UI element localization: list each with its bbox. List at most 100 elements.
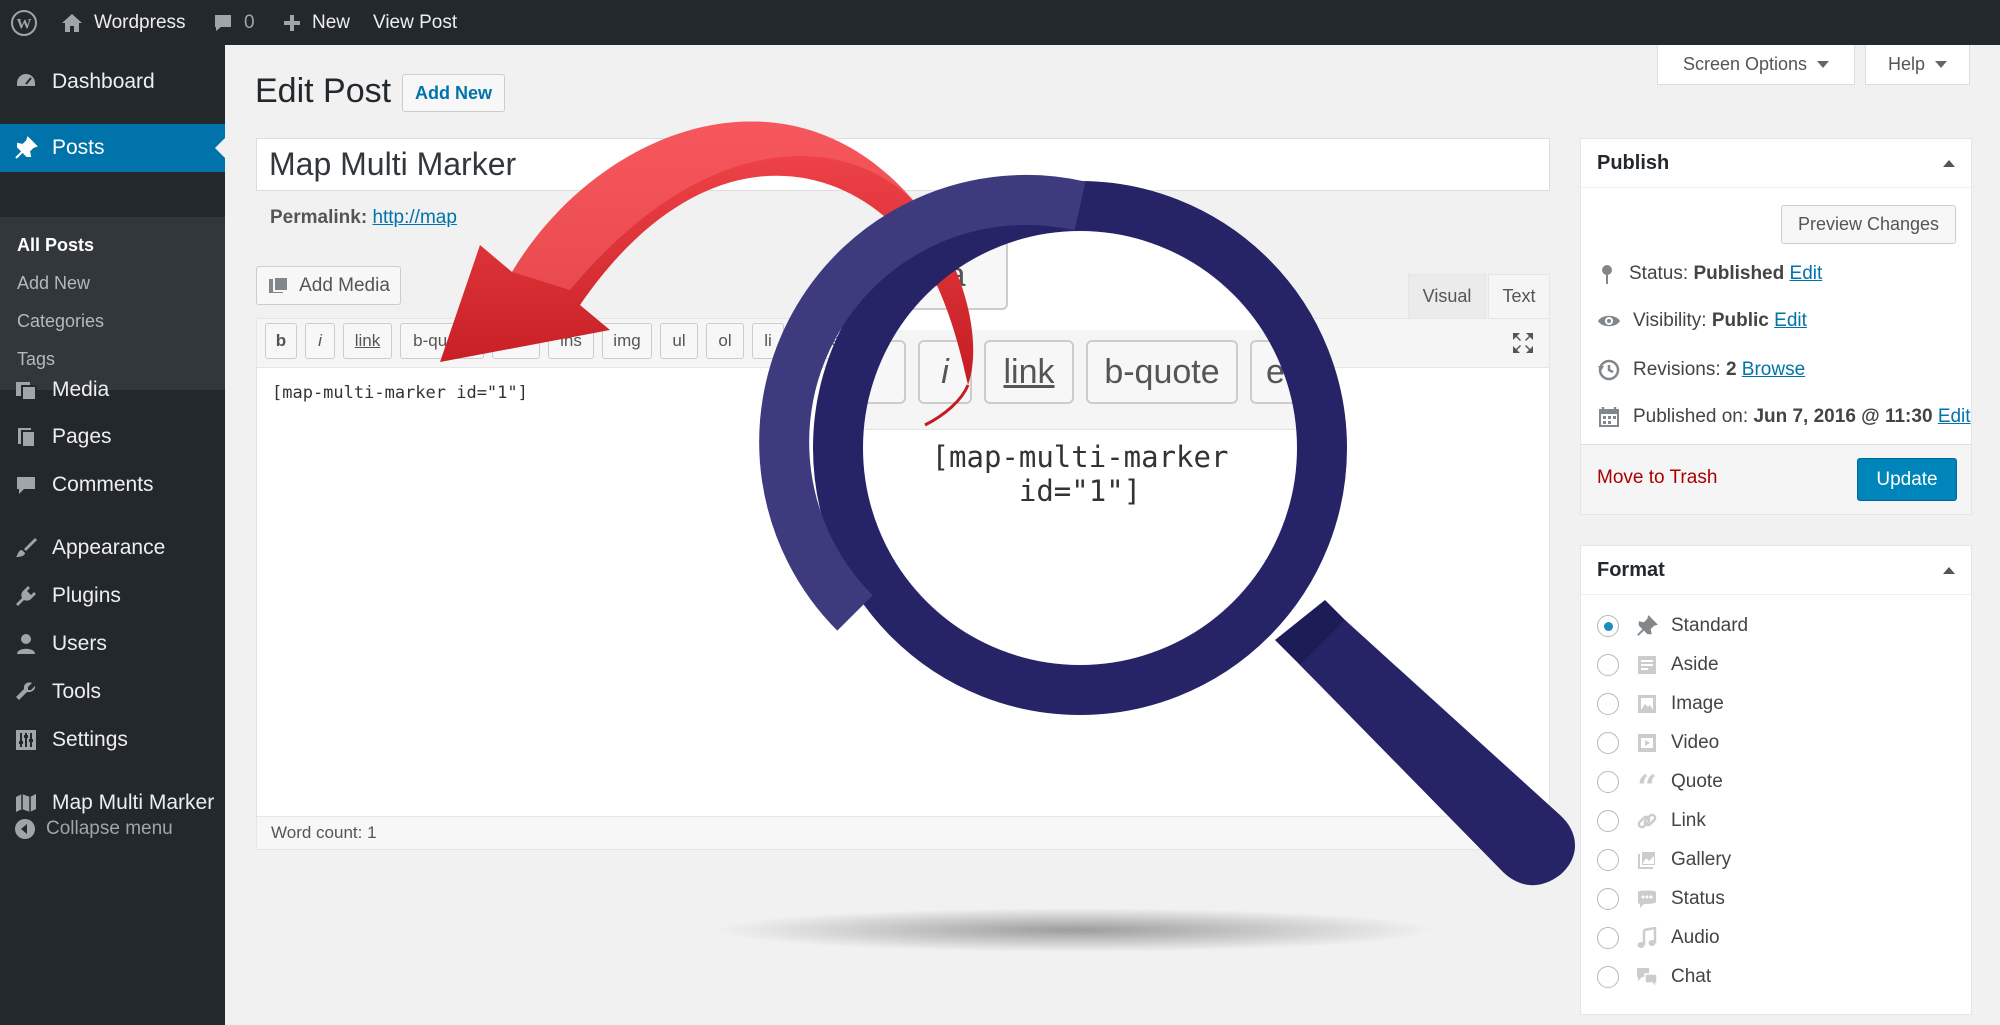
quicktag-del-button[interactable]: del <box>492 323 540 359</box>
published-on-row: Published on: Jun 7, 2016 @ 11:30 Edit <box>1597 405 1971 429</box>
quicktag-ins-button[interactable]: ins <box>548 323 594 359</box>
format-radio[interactable] <box>1597 888 1619 910</box>
permalink: Permalink: http://map <box>270 207 457 229</box>
sidebar-item-media[interactable]: Media <box>0 366 225 414</box>
format-option-standard[interactable]: Standard <box>1597 614 1748 638</box>
preview-changes-button[interactable]: Preview Changes <box>1781 205 1956 244</box>
sidebar-item-label: Plugins <box>52 584 121 607</box>
screen-options-tab[interactable]: Screen Options <box>1657 45 1855 85</box>
submenu-all-posts[interactable]: All Posts <box>17 235 94 256</box>
format-radio[interactable] <box>1597 849 1619 871</box>
format-radio[interactable] <box>1597 693 1619 715</box>
format-option-audio[interactable]: Audio <box>1597 926 1720 950</box>
sidebar-item-dashboard[interactable]: Dashboard <box>0 58 225 106</box>
quote-icon: “ <box>1637 768 1657 808</box>
visibility-edit-link[interactable]: Edit <box>1774 310 1807 331</box>
format-option-gallery[interactable]: Gallery <box>1597 848 1731 872</box>
add-media-label: Add Media <box>299 274 390 296</box>
sidebar-item-label: Media <box>52 378 110 401</box>
comments-count: 0 <box>244 11 255 33</box>
move-to-trash-link[interactable]: Move to Trash <box>1597 467 1717 489</box>
status-row: Status: Published Edit <box>1597 263 1822 285</box>
sidebar-item-users[interactable]: Users <box>0 620 225 668</box>
sidebar-item-tools[interactable]: Tools <box>0 668 225 716</box>
pin-icon <box>1602 265 1612 284</box>
format-option-status[interactable]: Status <box>1597 887 1725 911</box>
submenu-add-new[interactable]: Add New <box>17 273 90 294</box>
link-icon <box>1633 809 1661 833</box>
dashboard-icon <box>14 70 38 94</box>
sidebar-item-pages[interactable]: Pages <box>0 413 225 461</box>
post-title-input[interactable]: Map Multi Marker <box>256 138 1550 191</box>
fullscreen-icon[interactable] <box>1510 330 1536 361</box>
revisions-label: Revisions: <box>1633 359 1721 380</box>
published-value: Jun 7, 2016 @ 11:30 <box>1753 406 1933 427</box>
tab-text[interactable]: Text <box>1488 274 1550 318</box>
settings-icon <box>14 728 38 752</box>
chat-icon <box>1633 965 1661 989</box>
quicktag-li-button[interactable]: li <box>752 323 784 359</box>
site-name-link[interactable]: Wordpress <box>60 0 186 45</box>
format-label: Aside <box>1671 654 1719 675</box>
add-media-button[interactable]: Add Media <box>256 266 401 305</box>
publish-box-title: Publish <box>1597 151 1670 174</box>
add-new-button[interactable]: Add New <box>402 74 505 112</box>
revisions-browse-link[interactable]: Browse <box>1742 359 1805 380</box>
site-name: Wordpress <box>94 11 186 33</box>
quicktag-link-button[interactable]: link <box>343 323 392 359</box>
sidebar-item-label: Posts <box>52 136 105 159</box>
format-radio[interactable] <box>1597 771 1619 793</box>
tab-visual[interactable]: Visual <box>1408 274 1486 318</box>
quicktag-bold-button[interactable]: b <box>265 323 297 359</box>
publish-box-header[interactable]: Publish <box>1581 139 1971 188</box>
quicktag-code-button[interactable]: code <box>792 323 852 359</box>
calendar-icon <box>1599 407 1619 427</box>
format-label: Audio <box>1671 927 1720 948</box>
format-radio[interactable] <box>1597 966 1619 988</box>
quicktag-italic-button[interactable]: i <box>305 323 335 359</box>
format-radio[interactable] <box>1597 732 1619 754</box>
format-radio[interactable] <box>1597 927 1619 949</box>
collapse-arrow-icon <box>15 819 35 839</box>
format-option-chat[interactable]: Chat <box>1597 965 1711 989</box>
quicktag-ol-button[interactable]: ol <box>706 323 744 359</box>
sidebar-item-label: Users <box>52 632 107 655</box>
format-option-video[interactable]: Video <box>1597 731 1719 755</box>
format-option-image[interactable]: Image <box>1597 692 1724 716</box>
help-tab[interactable]: Help <box>1865 45 1970 85</box>
status-edit-link[interactable]: Edit <box>1790 263 1823 284</box>
sidebar-item-appearance[interactable]: Appearance <box>0 524 225 572</box>
revisions-row: Revisions: 2 Browse <box>1597 358 1805 382</box>
quicktag-img-button[interactable]: img <box>602 323 652 359</box>
magnified-add-media-button: d Media <box>862 240 1008 310</box>
format-radio[interactable] <box>1597 615 1619 637</box>
collapse-menu-button[interactable]: Collapse menu <box>14 818 173 840</box>
publish-box: Publish Preview Changes Status: Publishe… <box>1580 138 1972 515</box>
sidebar-item-comments[interactable]: Comments <box>0 461 225 509</box>
new-content-link[interactable]: New <box>282 0 350 45</box>
comment-icon <box>215 14 231 31</box>
format-option-aside[interactable]: Aside <box>1597 653 1719 677</box>
update-button[interactable]: Update <box>1857 458 1957 501</box>
word-count: Word count: 1 <box>256 816 1550 850</box>
page-title: Edit Post <box>255 72 392 110</box>
format-radio[interactable] <box>1597 654 1619 676</box>
format-label: Gallery <box>1671 849 1732 870</box>
format-box-header[interactable]: Format <box>1581 546 1971 595</box>
sidebar-item-posts[interactable]: Posts <box>0 124 225 172</box>
submenu-categories[interactable]: Categories <box>17 311 104 332</box>
wordpress-logo-icon[interactable]: W <box>10 0 38 45</box>
sidebar-item-settings[interactable]: Settings <box>0 716 225 764</box>
quicktag-ul-button[interactable]: ul <box>660 323 698 359</box>
format-option-quote[interactable]: “ Quote <box>1597 768 1723 808</box>
format-radio[interactable] <box>1597 810 1619 832</box>
view-post-link[interactable]: View Post <box>373 0 457 45</box>
sidebar-item-plugins[interactable]: Plugins <box>0 572 225 620</box>
visibility-row: Visibility: Public Edit <box>1597 310 1807 332</box>
permalink-link[interactable]: http://map <box>372 207 457 228</box>
user-icon <box>14 632 38 656</box>
comments-link[interactable]: 0 <box>212 0 255 45</box>
format-option-link[interactable]: Link <box>1597 809 1706 833</box>
published-edit-link[interactable]: Edit <box>1938 406 1971 427</box>
quicktag-bquote-button[interactable]: b-quote <box>400 323 484 359</box>
